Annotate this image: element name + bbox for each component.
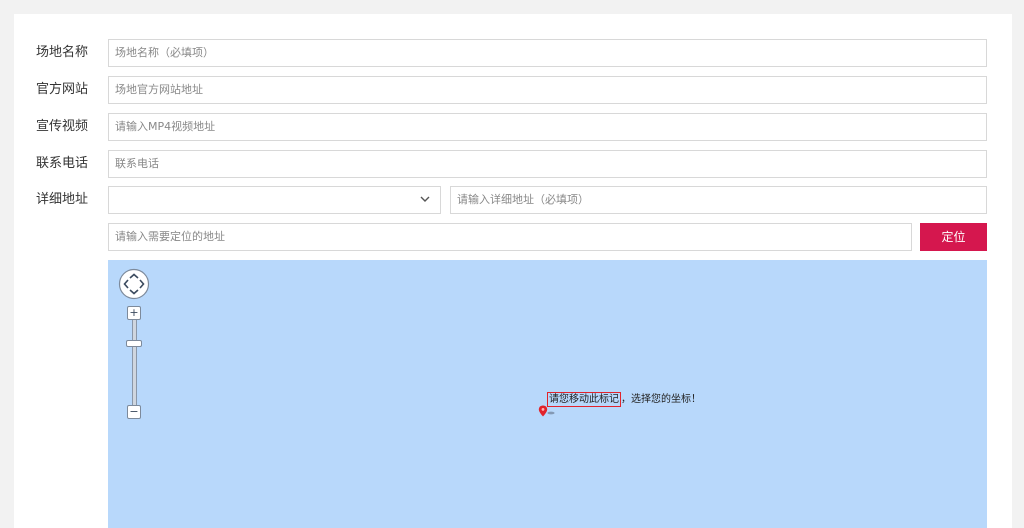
phone-label: 联系电话 xyxy=(36,156,89,171)
map-view[interactable]: + − 请您移动此标记 ，选择您的坐标！ xyxy=(108,260,987,528)
video-label: 宣传视频 xyxy=(36,119,89,134)
zoom-in-button[interactable]: + xyxy=(127,306,141,320)
marker-shadow-icon xyxy=(547,411,555,415)
pan-control-icon[interactable] xyxy=(118,268,150,300)
zoom-slider-handle[interactable] xyxy=(126,340,142,347)
region-select[interactable] xyxy=(108,186,441,214)
video-input[interactable]: 请输入MP4视频地址 xyxy=(108,113,987,141)
address-label: 详细地址 xyxy=(36,192,89,207)
locate-address-input[interactable]: 请输入需要定位的地址 xyxy=(108,223,912,251)
venue-name-input[interactable]: 场地名称（必填项） xyxy=(108,39,987,67)
zoom-slider-track[interactable] xyxy=(132,318,137,418)
form-card: 场地名称 场地名称（必填项） 官方网站 场地官方网站地址 宣传视频 请输入MP4… xyxy=(14,14,1012,528)
marker-tooltip: 请您移动此标记 ，选择您的坐标！ xyxy=(547,390,701,407)
website-label: 官方网站 xyxy=(36,82,89,97)
zoom-out-button[interactable]: − xyxy=(127,405,141,419)
marker-tooltip-highlight: 请您移动此标记 xyxy=(547,392,621,407)
locate-button[interactable]: 定位 xyxy=(920,223,987,251)
website-input[interactable]: 场地官方网站地址 xyxy=(108,76,987,104)
chevron-down-icon xyxy=(420,196,430,202)
phone-input[interactable]: 联系电话 xyxy=(108,150,987,178)
marker-tooltip-rest: ，选择您的坐标！ xyxy=(621,394,701,405)
address-detail-input[interactable]: 请输入详细地址（必填项） xyxy=(450,186,987,214)
venue-name-label: 场地名称 xyxy=(36,45,89,60)
